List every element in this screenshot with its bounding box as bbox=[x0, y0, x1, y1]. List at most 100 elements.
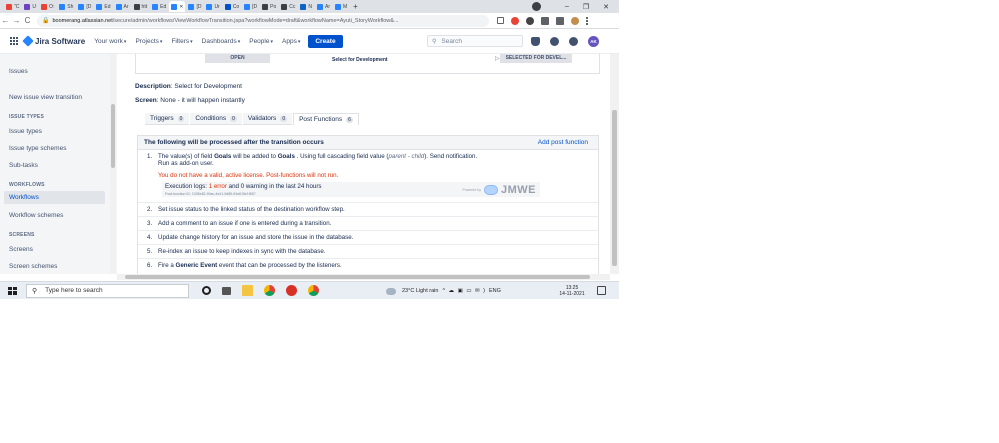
post-function-item: 4. Update change history for an issue and… bbox=[138, 231, 598, 245]
browser-tab[interactable]: [D bbox=[186, 1, 203, 12]
tab-label: Po bbox=[270, 3, 277, 10]
chrome-menu-icon[interactable] bbox=[586, 16, 588, 25]
maximize-button[interactable]: ❐ bbox=[583, 3, 589, 11]
tab-favicon-icon bbox=[171, 3, 178, 10]
nav-apps[interactable]: Apps▾ bbox=[282, 38, 300, 45]
tab-favicon-icon bbox=[281, 3, 288, 10]
sidebar-item[interactable]: Sub-tasks bbox=[9, 162, 38, 169]
tab-label: [D bbox=[196, 3, 202, 10]
app-switcher-icon[interactable] bbox=[10, 37, 18, 45]
browser-tab[interactable]: [D bbox=[76, 1, 93, 12]
browser-tab[interactable]: N bbox=[298, 1, 314, 12]
tab-validators[interactable]: Validators 0 bbox=[242, 113, 293, 125]
sidebar-item[interactable]: Issues bbox=[9, 68, 28, 75]
taskbar-apps bbox=[202, 285, 319, 296]
weather-text[interactable]: 23°C Light rain bbox=[402, 288, 438, 294]
sidebar-item[interactable]: Workflows bbox=[4, 191, 105, 204]
main-scrollbar[interactable] bbox=[610, 54, 619, 274]
star-icon[interactable] bbox=[497, 17, 504, 24]
count-badge: 0 bbox=[230, 115, 237, 122]
execution-logs[interactable]: Execution logs: 1 error and 0 warning in… bbox=[162, 182, 540, 197]
tray-icons[interactable]: ^ ☁ ▣ ▭ ✉ ) bbox=[442, 288, 486, 294]
sidebar-item[interactable]: Screens bbox=[9, 246, 33, 253]
browser-tab[interactable]: Ar bbox=[114, 1, 131, 12]
nav-people[interactable]: People▾ bbox=[249, 38, 273, 45]
from-status-lozenge: OPEN bbox=[205, 54, 270, 63]
language-indicator[interactable]: ENG bbox=[489, 288, 501, 294]
browser-tab[interactable]: Ur bbox=[204, 1, 221, 12]
to-status-lozenge: SELECTED FOR DEVEL... bbox=[500, 54, 572, 63]
user-avatar[interactable]: AK bbox=[588, 36, 599, 47]
back-button[interactable]: ← bbox=[0, 16, 11, 25]
search-input[interactable]: ⚲ Search bbox=[427, 35, 523, 47]
browser-tab[interactable]: Ed bbox=[150, 1, 168, 12]
count-badge: 0 bbox=[177, 115, 185, 122]
extension-list-icon[interactable] bbox=[556, 16, 564, 25]
browser-tab[interactable]: Cc bbox=[279, 1, 297, 12]
browser-tab[interactable]: htt bbox=[132, 1, 150, 12]
tab-label: O: bbox=[49, 3, 55, 10]
tab-conditions[interactable]: Conditions 0 bbox=[190, 113, 242, 125]
notification-icon[interactable] bbox=[597, 286, 606, 295]
new-tab-button[interactable]: + bbox=[353, 2, 358, 11]
browser-tab[interactable]: [D bbox=[242, 1, 259, 12]
chrome-icon[interactable] bbox=[264, 285, 275, 296]
browser-tab[interactable]: Sh bbox=[57, 1, 75, 12]
tab-triggers[interactable]: Triggers 0 bbox=[145, 113, 190, 125]
sidebar-item[interactable]: Screen schemes bbox=[9, 263, 57, 270]
nav-projects[interactable]: Projects▾ bbox=[135, 38, 162, 45]
windows-start-icon[interactable] bbox=[8, 286, 17, 295]
help-icon[interactable] bbox=[550, 37, 559, 46]
browser-tab[interactable]: Po bbox=[260, 1, 278, 12]
extension-puzzle-icon[interactable] bbox=[541, 16, 549, 25]
post-function-item: 5. Re-index an issue to keep indexes in s… bbox=[138, 245, 598, 259]
browser-tab[interactable]: ✕ bbox=[169, 1, 186, 12]
clock[interactable]: 13:25 14-11-2021 bbox=[556, 285, 588, 297]
notifications-icon[interactable] bbox=[531, 37, 540, 46]
lock-icon: 🔒 bbox=[42, 18, 50, 24]
horizontal-scrollbar[interactable] bbox=[117, 274, 610, 280]
nav-your-work[interactable]: Your work▾ bbox=[94, 38, 126, 45]
extension-dark-icon[interactable] bbox=[526, 16, 534, 25]
tab-post-functions[interactable]: Post Functions 6 bbox=[293, 113, 359, 125]
tab-label: Ed bbox=[104, 3, 111, 10]
close-window-button[interactable]: ✕ bbox=[603, 3, 609, 11]
settings-gear-icon[interactable] bbox=[569, 37, 578, 46]
profile-avatar[interactable] bbox=[571, 16, 579, 25]
browser-tab[interactable]: "C bbox=[4, 1, 21, 12]
nav-filters[interactable]: Filters▾ bbox=[171, 38, 192, 45]
forward-button[interactable]: → bbox=[11, 16, 22, 25]
post-function-id: Post-function ID: 1035e82-90ac-4e41-9d85… bbox=[165, 192, 256, 196]
sidebar-item[interactable]: Workflow schemes bbox=[9, 212, 63, 219]
browser-tab[interactable]: Ar bbox=[315, 1, 332, 12]
app-red-icon[interactable] bbox=[286, 285, 297, 296]
nav-dashboards[interactable]: Dashboards▾ bbox=[202, 38, 241, 45]
taskbar-search-input[interactable]: ⚲ Type here to search bbox=[26, 283, 189, 298]
browser-tab[interactable]: Co bbox=[223, 1, 241, 12]
task-view-icon[interactable] bbox=[222, 286, 231, 295]
sidebar-item[interactable]: Issue type schemes bbox=[9, 145, 66, 152]
browser-tab[interactable]: Ed bbox=[94, 1, 112, 12]
file-explorer-icon[interactable] bbox=[242, 285, 253, 296]
tab-label: Ar bbox=[325, 3, 330, 10]
create-button[interactable]: Create bbox=[308, 34, 343, 48]
tab-favicon-icon bbox=[262, 3, 269, 10]
sidebar-item[interactable]: New issue view transition bbox=[9, 94, 82, 101]
tab-favicon-icon bbox=[115, 3, 122, 10]
jira-logo[interactable]: Jira Software bbox=[22, 35, 85, 47]
sidebar-item[interactable]: Issue types bbox=[9, 128, 42, 135]
add-post-function-link[interactable]: Add post function bbox=[538, 139, 588, 146]
browser-tab[interactable]: U bbox=[22, 1, 38, 12]
browser-tab[interactable]: O: bbox=[39, 1, 56, 12]
chrome-profile-icon[interactable] bbox=[308, 285, 319, 296]
address-bar-row: ← → C 🔒 boomerang.atlassian.net/secure/a… bbox=[0, 13, 619, 29]
minimize-button[interactable]: – bbox=[565, 3, 569, 10]
sidebar-section-heading: ISSUE TYPES bbox=[9, 114, 44, 120]
cortana-icon[interactable] bbox=[202, 286, 211, 295]
reload-button[interactable]: C bbox=[22, 16, 33, 25]
url-field[interactable]: 🔒 boomerang.atlassian.net/secure/admin/w… bbox=[37, 14, 489, 27]
extension-red-icon[interactable] bbox=[511, 16, 519, 25]
sidebar-scrollbar[interactable] bbox=[110, 54, 116, 274]
tab-search-icon[interactable] bbox=[532, 2, 541, 11]
browser-tab[interactable]: M bbox=[333, 1, 349, 12]
